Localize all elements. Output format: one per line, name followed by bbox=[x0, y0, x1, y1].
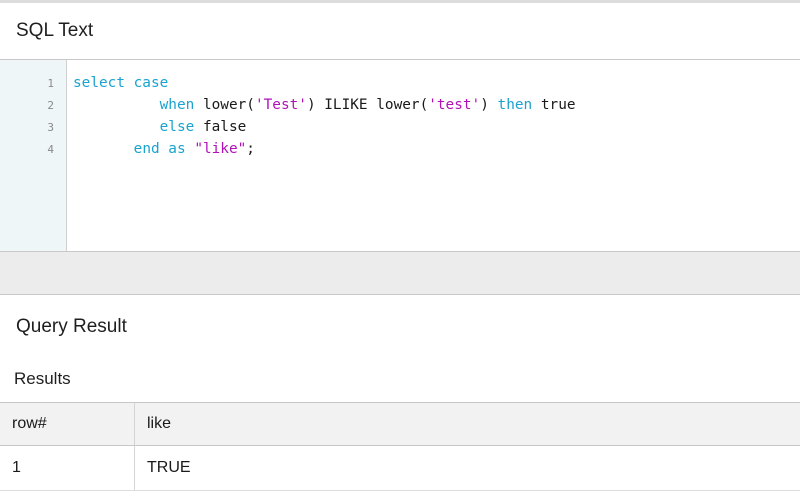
line-number: 2 bbox=[47, 99, 54, 112]
line-number: 1 bbox=[47, 77, 54, 90]
line-number: 3 bbox=[47, 121, 54, 134]
table-row: 1 TRUE bbox=[0, 446, 800, 491]
top-border bbox=[0, 0, 800, 3]
column-header-like[interactable]: like bbox=[135, 403, 800, 445]
code-line-3: else false bbox=[159, 119, 247, 135]
table-cell-like: TRUE bbox=[147, 459, 191, 476]
divider bbox=[0, 294, 800, 295]
editor-toolbar-band bbox=[0, 252, 800, 294]
table-header-row: row# like bbox=[0, 402, 800, 446]
sql-editor[interactable]: 1 2 3 4 select case when lower('Test') I… bbox=[0, 60, 800, 251]
line-number: 4 bbox=[47, 143, 54, 156]
results-label: Results bbox=[14, 369, 71, 388]
line-number-gutter: 1 2 3 4 bbox=[0, 60, 67, 251]
code-line-4: end as "like"; bbox=[133, 141, 255, 157]
table-cell-row-number: 1 bbox=[0, 446, 135, 490]
code-line-1: select case bbox=[73, 75, 169, 91]
query-result-title: Query Result bbox=[16, 316, 127, 337]
sql-text-title: SQL Text bbox=[16, 20, 94, 41]
column-header-row-number[interactable]: row# bbox=[0, 403, 135, 445]
code-line-2: when lower('Test') ILIKE lower('test') t… bbox=[159, 97, 576, 113]
